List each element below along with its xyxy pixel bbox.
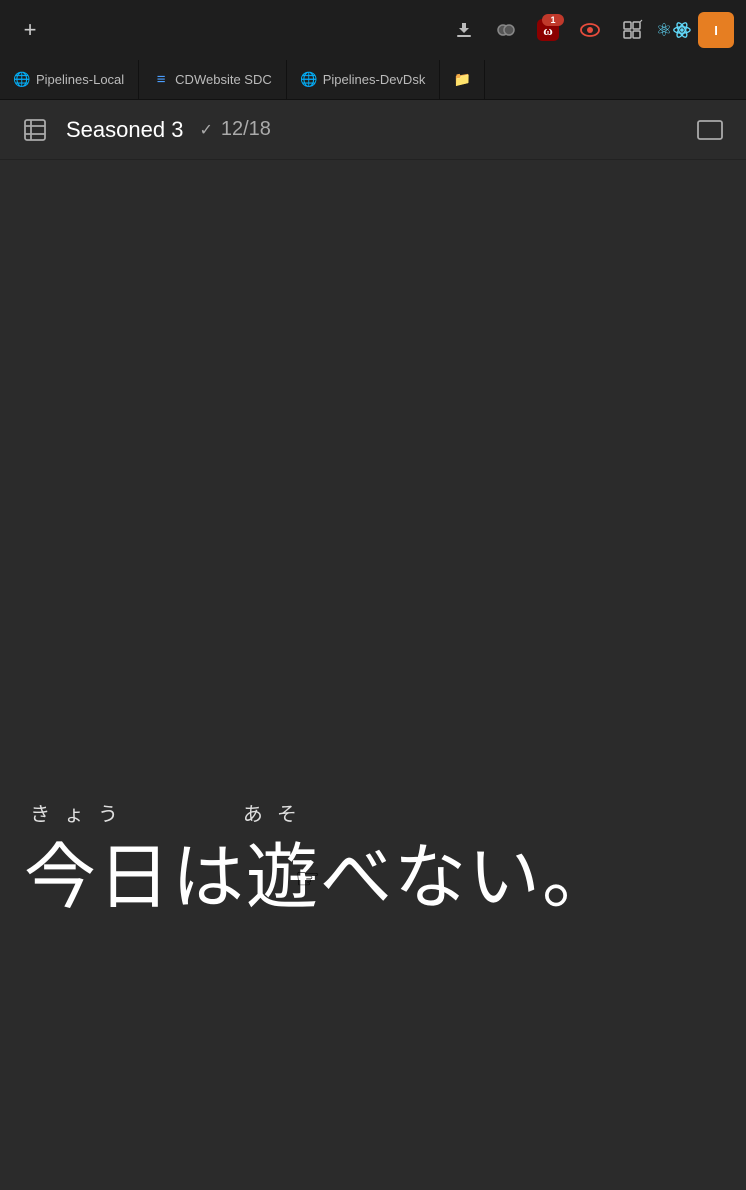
- eye-icon[interactable]: [572, 12, 608, 48]
- deck-icon: [20, 115, 50, 145]
- folder-icon: 📁: [454, 72, 470, 88]
- download-icon[interactable]: [446, 12, 482, 48]
- globe-icon-2: 🌐: [301, 72, 317, 88]
- tab-label: CDWebsite SDC: [175, 72, 272, 87]
- top-bar: + ω: [0, 0, 746, 60]
- furigana-text: きょう あそ: [30, 798, 311, 827]
- check-count: ✓ 12/18: [199, 118, 270, 141]
- tabs-bar: 🌐 Pipelines-Local ≡ CDWebsite SDC 🌐 Pipe…: [0, 60, 746, 100]
- list-icon: ≡: [153, 72, 169, 88]
- record-icon[interactable]: [488, 12, 524, 48]
- svg-text:I: I: [714, 23, 718, 38]
- pipelines-devdsk-tab[interactable]: 🌐 Pipelines-DevDsk: [287, 60, 441, 100]
- japanese-content-area: きょう あそ 今日は遊べない。: [0, 778, 746, 930]
- svg-text:ω: ω: [543, 23, 553, 38]
- check-icon: ✓: [199, 120, 212, 140]
- identity-icon[interactable]: I: [698, 12, 734, 48]
- globe-icon: 🌐: [14, 72, 30, 88]
- react-icon[interactable]: [656, 12, 692, 48]
- toolbar-icons: ω: [446, 12, 734, 48]
- progress-count: 12/18: [221, 118, 271, 141]
- deck-title: Seasoned 3: [66, 117, 183, 143]
- tab-label: Pipelines-Local: [36, 72, 124, 87]
- presentation-button[interactable]: [694, 114, 726, 146]
- grid-icon[interactable]: [614, 12, 650, 48]
- pipelines-local-tab[interactable]: 🌐 Pipelines-Local: [0, 60, 139, 100]
- folder-tab[interactable]: 📁: [440, 60, 485, 100]
- add-tab-button[interactable]: +: [12, 12, 48, 48]
- main-japanese-text[interactable]: 今日は遊べない。: [20, 831, 746, 910]
- main-content: きょう あそ 今日は遊べない。 ☞: [0, 160, 746, 1190]
- cdwebsite-sdc-tab[interactable]: ≡ CDWebsite SDC: [139, 60, 287, 100]
- content-header: Seasoned 3 ✓ 12/18: [0, 100, 746, 160]
- workalike-icon[interactable]: ω: [530, 12, 566, 48]
- tab-label: Pipelines-DevDsk: [323, 72, 426, 87]
